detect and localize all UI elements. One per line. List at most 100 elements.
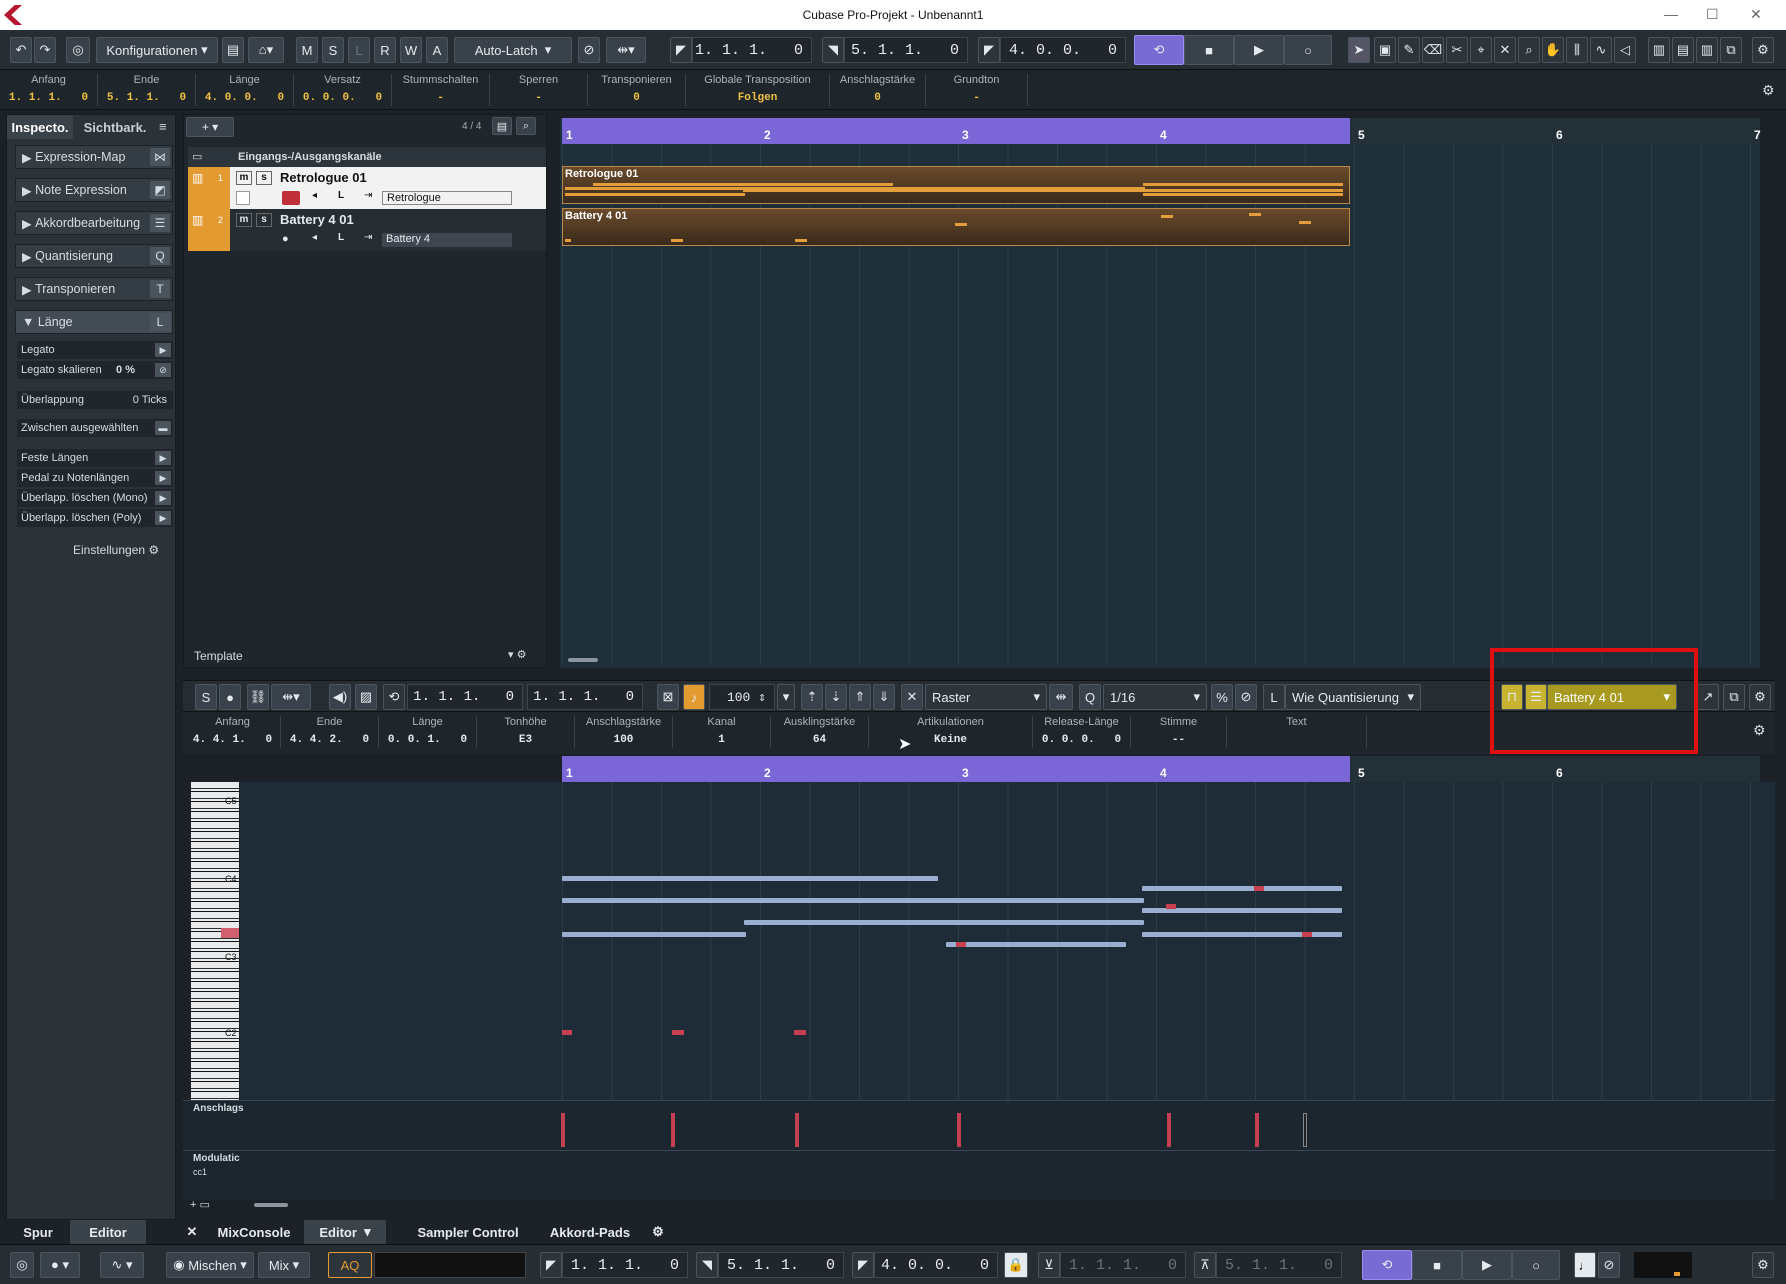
between-selected-row[interactable]: Zwischen ausgewählten ▬	[17, 419, 173, 437]
redo-icon[interactable]: ↷	[34, 37, 56, 63]
right-zone-icon[interactable]: ▥	[1696, 37, 1718, 63]
status-cycle-icon[interactable]: ⟲	[1362, 1250, 1412, 1280]
tab-mixconsole[interactable]: MixConsole	[208, 1220, 300, 1244]
tab-chord-pads[interactable]: Akkord-Pads	[546, 1220, 634, 1244]
project-ruler[interactable]: 1 2 3 4 5 6 7	[562, 118, 1761, 144]
track-1-monitor-icon[interactable]: ◂	[312, 190, 317, 201]
inspector-settings[interactable]: Einstellungen ⚙	[73, 543, 159, 557]
legato-scale-row[interactable]: Legato skalieren 0 % ⊘	[17, 361, 173, 379]
lock-icon[interactable]: 🔒	[1004, 1252, 1028, 1278]
left-zone-icon[interactable]: ▥	[1648, 37, 1670, 63]
info-start[interactable]: Anfang 1. 1. 1. 0	[0, 74, 98, 106]
right-locator-field[interactable]: 5. 1. 1. 0	[844, 37, 968, 63]
track-1-solo-button[interactable]: s	[256, 171, 272, 185]
insert-velocity-field[interactable]: 100 ⇕	[709, 684, 775, 710]
track-2-mute-button[interactable]: m	[236, 213, 252, 227]
track-1[interactable]: ▥ 1 m s Retrologue 01 ◂ L ⇥ Retrologue	[188, 167, 546, 209]
transpose-up-icon[interactable]: ⇑	[849, 684, 871, 710]
toolbar-settings-gear-icon[interactable]: ⚙	[1752, 37, 1774, 63]
project-arrange-area[interactable]: 1 2 3 4 5 6 7 Retrologue 01 Battery 4 01	[560, 118, 1761, 668]
track-1-checkbox[interactable]	[236, 191, 250, 205]
suspend-icon[interactable]: ⊘	[578, 37, 600, 63]
list-icon[interactable]: ▤	[222, 37, 244, 63]
range-tool-icon[interactable]: ▣	[1374, 37, 1396, 63]
section-transpose[interactable]: ▶ Transponieren T	[15, 277, 173, 301]
listen-mode-button[interactable]: L	[348, 37, 370, 63]
note-off-velocity[interactable]: Ausklingstärke 64	[771, 716, 869, 748]
track-1-record-enable-icon[interactable]	[282, 191, 300, 205]
mix-mode-select[interactable]: Mix ▾	[258, 1252, 310, 1278]
track-1-output-icon[interactable]: ⇥	[364, 190, 372, 201]
velocity-bar[interactable]	[1303, 1113, 1307, 1147]
template-dropdown-icon[interactable]: ▾ ⚙	[508, 648, 526, 661]
note-release-length[interactable]: Release-Länge 0. 0. 0. 0	[1033, 716, 1131, 748]
speaker-icon[interactable]: ◀)	[329, 684, 351, 710]
section-expression-map[interactable]: ▶ Expression-Map ⋈	[15, 145, 173, 169]
between-selected-toggle-icon[interactable]: ▬	[155, 421, 171, 435]
mute-mode-button[interactable]: M	[296, 37, 318, 63]
auto-quantize-button[interactable]: AQ	[328, 1252, 372, 1278]
note-start[interactable]: Anfang 4. 4. 1. 0	[185, 716, 281, 748]
mute-tool-icon[interactable]: ✕	[1494, 37, 1516, 63]
window-layout-icon[interactable]: ⌂▾	[248, 37, 284, 63]
tab-editor-right[interactable]: Editor ▾	[304, 1220, 386, 1244]
speaker-tool-icon[interactable]: ◁	[1614, 37, 1636, 63]
hand-tool-icon[interactable]: ✋	[1542, 37, 1564, 63]
track-2-solo-button[interactable]: s	[256, 213, 272, 227]
editor-cycle-range[interactable]	[562, 756, 1350, 782]
note-voice[interactable]: Stimme --	[1131, 716, 1227, 748]
status-left-locator-icon[interactable]: ◤	[540, 1252, 562, 1278]
section-quantize[interactable]: ▶ Quantisierung Q	[15, 244, 173, 268]
transpose-down-icon[interactable]: ⇓	[873, 684, 895, 710]
track-2-output-icon[interactable]: ⇥	[364, 232, 372, 243]
audio-mode-icon[interactable]: ∿ ▾	[100, 1252, 144, 1278]
track-2-lock-icon[interactable]: L	[338, 232, 344, 243]
close-icon[interactable]: ✕	[1750, 6, 1762, 23]
legato-row[interactable]: Legato ▶	[17, 341, 173, 359]
track-2[interactable]: ▥ 2 m s Battery 4 01 ● ◂ L ⇥ Battery 4	[188, 209, 546, 251]
drum-note-event[interactable]	[672, 1030, 684, 1035]
iterative-quantize-icon[interactable]: %	[1211, 684, 1233, 710]
zoom-tool-icon[interactable]: ⌕	[1518, 37, 1540, 63]
velocity-dropdown-icon[interactable]: ▾	[777, 684, 795, 710]
horizontal-scrollbar[interactable]	[568, 658, 598, 662]
template-label[interactable]: Template	[194, 649, 243, 663]
range-length-icon[interactable]: ◤	[978, 37, 1000, 63]
configurations-button[interactable]: Konfigurationen ▾	[96, 37, 218, 63]
acoustic-feedback-icon[interactable]: ●	[219, 684, 241, 710]
line-tool-icon[interactable]: ∿	[1590, 37, 1612, 63]
track-1-name[interactable]: Retrologue 01	[280, 170, 367, 185]
legato-scale-value[interactable]: 0 %	[116, 364, 135, 376]
note-event[interactable]	[1142, 886, 1342, 891]
note-event[interactable]	[1142, 932, 1342, 937]
status-length-field[interactable]: 4. 0. 0. 0	[874, 1252, 998, 1278]
velocity-bar[interactable]	[561, 1113, 565, 1147]
stop-icon[interactable]: ■	[1184, 35, 1234, 65]
tab-sampler-control[interactable]: Sampler Control	[408, 1220, 528, 1244]
track-list-view-icon[interactable]: ▤	[492, 117, 512, 135]
link-icon[interactable]: ⛓	[247, 684, 269, 710]
status-settings-icon[interactable]: ◎	[10, 1252, 34, 1278]
a-mode-button[interactable]: A	[426, 37, 448, 63]
midi-input-icon[interactable]: ⊠	[657, 684, 679, 710]
modulation-lane-label[interactable]: Modulatic	[193, 1153, 240, 1164]
status-right-locator-field[interactable]: 5. 1. 1. 0	[718, 1252, 844, 1278]
comp-tool-icon[interactable]: ⫼	[1566, 37, 1588, 63]
editor-settings-gear-icon[interactable]: ⚙	[1749, 684, 1771, 710]
split-tool-icon[interactable]: ✂	[1446, 37, 1468, 63]
velocity-lane-label[interactable]: Anschlags	[193, 1103, 244, 1114]
info-root-key[interactable]: Grundton -	[926, 74, 1028, 106]
metronome-icon[interactable]: ♩	[1574, 1252, 1596, 1278]
legato-scale-reset-icon[interactable]: ⊘	[155, 363, 171, 377]
track-1-instrument-output[interactable]: Retrologue	[382, 191, 512, 205]
note-end[interactable]: Ende 4. 4. 2. 0	[281, 716, 379, 748]
tab-track[interactable]: Spur	[6, 1220, 70, 1244]
left-locator-field[interactable]: 1. 1. 1. 0	[692, 37, 812, 63]
note-channel[interactable]: Kanal 1	[673, 716, 771, 748]
overlap-row[interactable]: Überlappung 0 Ticks	[17, 391, 173, 409]
track-2-name[interactable]: Battery 4 01	[280, 212, 354, 227]
erase-tool-icon[interactable]: ⌫	[1422, 37, 1444, 63]
length-quantize-icon[interactable]: L	[1263, 684, 1285, 710]
solo-mode-button[interactable]: S	[322, 37, 344, 63]
cycle-range[interactable]	[562, 118, 1350, 144]
